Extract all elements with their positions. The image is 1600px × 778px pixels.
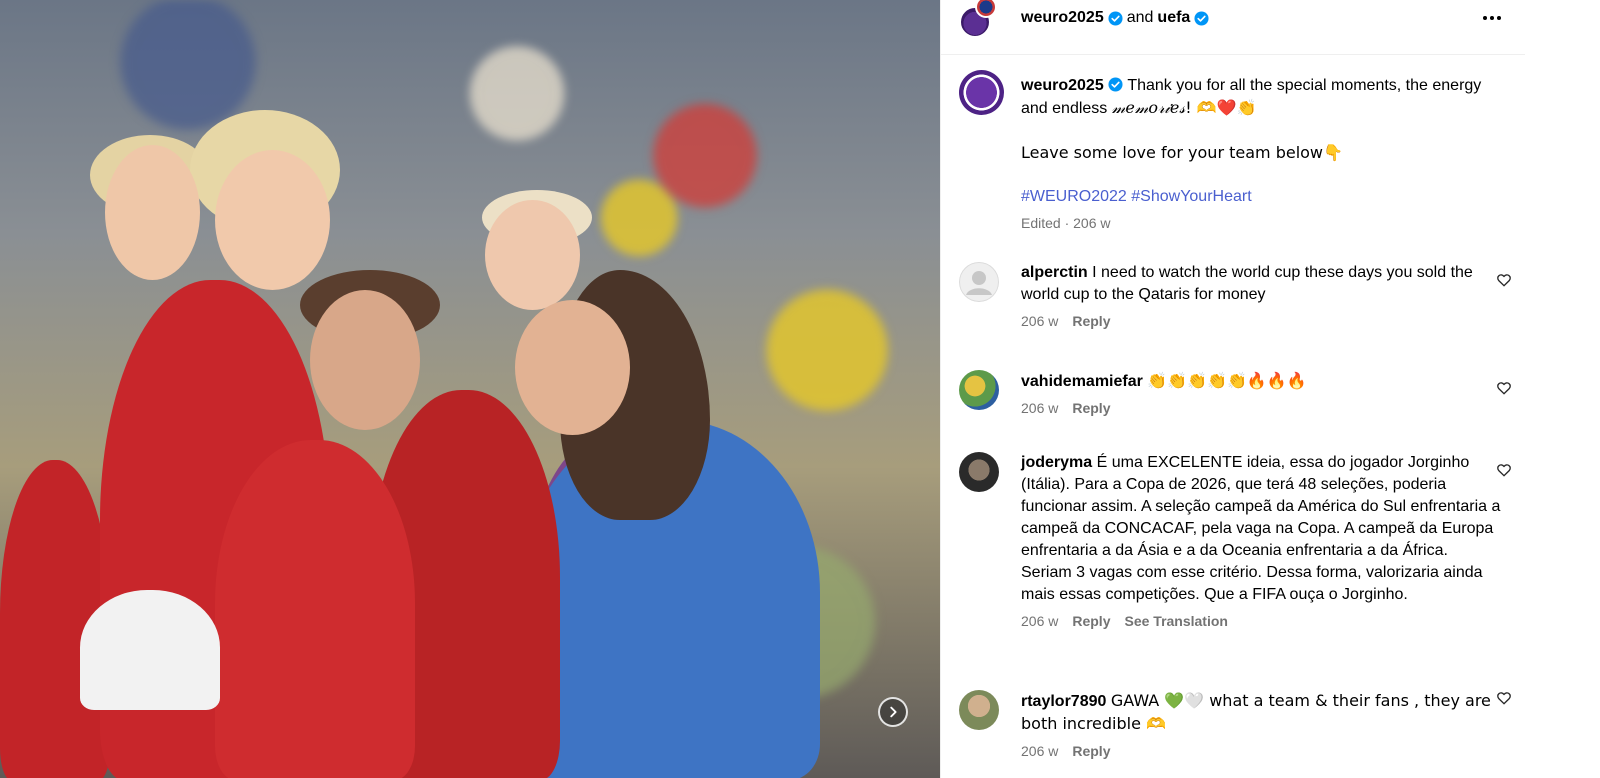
heart-icon (1497, 274, 1511, 287)
collab-joiner: and (1126, 9, 1154, 26)
avatar-uefa[interactable] (975, 0, 997, 18)
reply-button[interactable]: Reply (1072, 612, 1110, 630)
player-face (310, 290, 420, 430)
verified-badge-icon (1108, 10, 1123, 26)
account-link-uefa[interactable]: uefa (1157, 8, 1190, 28)
comment-content: 👏👏👏👏👏🔥🔥🔥 (1147, 371, 1307, 390)
avatar[interactable] (959, 452, 999, 492)
collab-accounts: weuro2025 and uefa (1021, 8, 1209, 28)
comment-username[interactable]: rtaylor7890 (1021, 693, 1106, 710)
player-face (105, 145, 200, 280)
like-comment-button[interactable] (1496, 380, 1512, 396)
comment-meta: 206 w Reply (1021, 399, 1501, 417)
comment-text: joderyma É uma EXCELENTE ideia, essa do … (1021, 452, 1501, 606)
more-horizontal-icon (1497, 16, 1501, 20)
comment-text: vahidemamiefar 👏👏👏👏👏🔥🔥🔥 (1021, 370, 1501, 393)
comment-username[interactable]: alperctin (1021, 264, 1088, 281)
verified-badge-icon (1194, 10, 1209, 26)
account-link-weuro2025[interactable]: weuro2025 (1021, 8, 1104, 28)
heart-icon (1497, 692, 1511, 705)
avatar[interactable] (959, 370, 999, 410)
comment-meta: 206 w Reply (1021, 742, 1501, 760)
comment-content: É uma EXCELENTE ideia, essa do jogador J… (1021, 454, 1501, 603)
verified-badge-icon (1108, 77, 1123, 92)
caption-styled-word: 𝓂𝑒𝓂𝑜𝓇𝒾𝑒𝓈 (1111, 98, 1186, 117)
caption-text-part2: ! 🫶❤️👏 (1185, 98, 1257, 117)
caption-avatar[interactable] (959, 70, 1004, 115)
comment-text: alperctin I need to watch the world cup … (1021, 262, 1501, 306)
avatar[interactable] (959, 262, 999, 302)
caption-line2: Leave some love for your team below👇 (1021, 143, 1343, 162)
caption-hashtags[interactable]: #WEURO2022 #ShowYourHeart (1021, 186, 1491, 208)
player-face (515, 300, 630, 435)
reply-button[interactable]: Reply (1072, 742, 1110, 760)
like-comment-button[interactable] (1496, 462, 1512, 478)
player-face (215, 150, 330, 290)
more-horizontal-icon (1490, 16, 1494, 20)
heart-icon (1497, 464, 1511, 477)
next-image-button[interactable] (878, 697, 908, 727)
comment-text: rtaylor7890 GAWA 💚🤍 what a team & their … (1021, 690, 1501, 736)
caption-text: weuro2025 Thank you for all the special … (1021, 75, 1491, 120)
reply-button[interactable]: Reply (1072, 399, 1110, 417)
avatar[interactable] (959, 690, 999, 730)
page-background (1525, 0, 1600, 778)
more-options-button[interactable] (1478, 6, 1506, 30)
comment-content: I need to watch the world cup these days… (1021, 264, 1473, 303)
post-sidebar: weuro2025 and uefa weuro2025 Thank you f… (940, 0, 1526, 778)
comment-time: 206 w (1021, 743, 1059, 759)
post-header: weuro2025 and uefa (941, 0, 1526, 55)
like-comment-button[interactable] (1496, 690, 1512, 706)
chevron-right-icon (890, 706, 897, 718)
player-red-shirt (215, 440, 415, 778)
caption-meta: Edited · 206 w (1021, 215, 1111, 231)
comment-username[interactable]: joderyma (1021, 454, 1092, 471)
comment-time: 206 w (1021, 400, 1059, 416)
like-comment-button[interactable] (1496, 272, 1512, 288)
player-white-shorts (80, 590, 220, 710)
see-translation-button[interactable]: See Translation (1124, 612, 1227, 630)
comment-time: 206 w (1021, 613, 1059, 629)
reply-button[interactable]: Reply (1072, 312, 1110, 330)
comment-time: 206 w (1021, 313, 1059, 329)
comment-meta: 206 w Reply (1021, 312, 1501, 330)
player-face (485, 200, 580, 310)
caption-username[interactable]: weuro2025 (1021, 77, 1104, 94)
more-horizontal-icon (1483, 16, 1487, 20)
post-image[interactable] (0, 0, 940, 778)
comment-meta: 206 w Reply See Translation (1021, 612, 1501, 630)
comment-username[interactable]: vahidemamiefar (1021, 373, 1143, 390)
default-avatar-icon (959, 262, 999, 302)
heart-icon (1497, 382, 1511, 395)
